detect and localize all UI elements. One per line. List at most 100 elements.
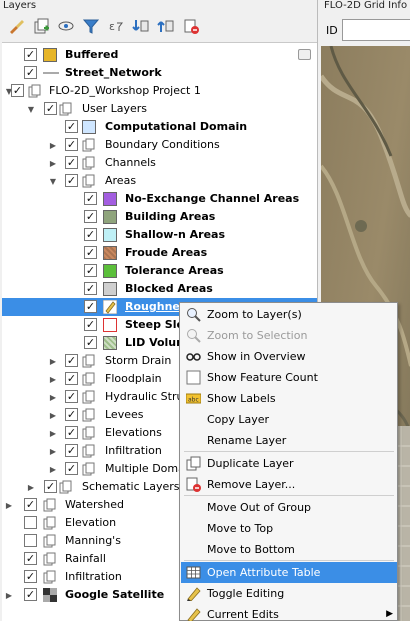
menu-item-open-attribute-table[interactable]: Open Attribute Table (181, 562, 397, 583)
layer-symbol-icon (82, 120, 96, 134)
menu-item-current-edits[interactable]: Current Edits ▶ (181, 604, 397, 621)
layer-row-shallow-n-areas[interactable]: ✓ Shallow-n Areas (2, 226, 317, 244)
layer-label: Computational Domain (105, 120, 248, 133)
layer-visibility-checkbox[interactable]: ✓ (84, 228, 97, 241)
expand-arrow-icon[interactable]: ▶ (4, 586, 14, 604)
layer-visibility-checkbox[interactable]: ✓ (65, 354, 78, 367)
expand-arrow-icon[interactable]: ▶ (26, 478, 36, 496)
expand-all-icon[interactable] (130, 15, 152, 37)
layer-visibility-checkbox[interactable]: ✓ (65, 444, 78, 457)
layer-visibility-checkbox[interactable]: ✓ (24, 588, 37, 601)
menu-item-label: Zoom to Layer(s) (207, 308, 302, 321)
remove-layer-icon[interactable] (180, 15, 202, 37)
id-input[interactable] (342, 19, 410, 41)
collapse-arrow-icon[interactable]: ▼ (48, 172, 58, 190)
pencil-icon (187, 587, 201, 601)
menu-item-zoom-to-layer-s[interactable]: Zoom to Layer(s) (181, 304, 397, 325)
layer-visibility-checkbox[interactable]: ✓ (84, 318, 97, 331)
style-brush-icon[interactable] (5, 15, 27, 37)
expand-arrow-icon[interactable]: ▶ (48, 388, 58, 406)
menu-item-remove-layer[interactable]: Remove Layer... (181, 474, 397, 495)
menu-item-show-feature-count[interactable]: Show Feature Count (181, 367, 397, 388)
layer-visibility-checkbox[interactable]: ✓ (44, 480, 57, 493)
expand-arrow-icon[interactable]: ▶ (48, 406, 58, 424)
menu-item-copy-layer[interactable]: Copy Layer (181, 409, 397, 430)
layer-row-tolerance-areas[interactable]: ✓ Tolerance Areas (2, 262, 317, 280)
layer-visibility-checkbox[interactable]: ✓ (24, 570, 37, 583)
layer-label: Schematic Layers (82, 480, 180, 493)
filter-expression-icon[interactable]: ε (105, 15, 127, 37)
add-group-icon[interactable] (30, 15, 52, 37)
layer-visibility-checkbox[interactable]: ✓ (84, 282, 97, 295)
group-folder-icon (82, 426, 95, 440)
layer-row-street-network[interactable]: ✓ Street_Network (2, 64, 317, 82)
menu-item-show-labels[interactable]: abc Show Labels (181, 388, 397, 409)
qgis-window: Layers ε ✓ Buffered ✓ Street_Network ▼ ✓… (0, 0, 410, 621)
menu-item-label: Toggle Editing (207, 587, 285, 600)
layer-visibility-checkbox[interactable] (24, 516, 37, 529)
layer-row-blocked-areas[interactable]: ✓ Blocked Areas (2, 280, 317, 298)
layer-visibility-checkbox[interactable]: ✓ (44, 102, 57, 115)
collapse-all-icon[interactable] (155, 15, 177, 37)
layer-visibility-checkbox[interactable]: ✓ (65, 372, 78, 385)
expand-arrow-icon[interactable]: ▶ (48, 424, 58, 442)
collapse-arrow-icon[interactable]: ▼ (26, 100, 36, 118)
expand-arrow-icon[interactable]: ▶ (48, 442, 58, 460)
layers-toolbar: ε (0, 12, 317, 40)
menu-item-toggle-editing[interactable]: Toggle Editing (181, 583, 397, 604)
layer-visibility-checkbox[interactable]: ✓ (84, 246, 97, 259)
menu-item-zoom-to-selection[interactable]: Zoom to Selection (181, 325, 397, 346)
layer-visibility-checkbox[interactable]: ✓ (65, 426, 78, 439)
layer-row-channels[interactable]: ▶ ✓ Channels (2, 154, 317, 172)
visibility-eye-icon[interactable] (55, 15, 77, 37)
layer-visibility-checkbox[interactable]: ✓ (84, 210, 97, 223)
checkbox-icon (186, 370, 201, 385)
menu-item-show-in-overview[interactable]: Show in Overview (181, 346, 397, 367)
menu-item-label: Show Feature Count (207, 371, 318, 384)
menu-item-move-out-of-group[interactable]: Move Out of Group (181, 497, 397, 518)
layer-row-boundary-conditions[interactable]: ▶ ✓ Boundary Conditions (2, 136, 317, 154)
layer-row-computational-domain[interactable]: ✓ Computational Domain (2, 118, 317, 136)
menu-item-move-to-bottom[interactable]: Move to Bottom (181, 539, 397, 560)
layer-row-areas[interactable]: ▼ ✓ Areas (2, 172, 317, 190)
expand-arrow-icon[interactable]: ▶ (48, 460, 58, 478)
layer-visibility-checkbox[interactable] (24, 534, 37, 547)
layer-visibility-checkbox[interactable]: ✓ (65, 408, 78, 421)
layer-row-froude-areas[interactable]: ✓ Froude Areas (2, 244, 317, 262)
layer-visibility-checkbox[interactable]: ✓ (84, 300, 97, 313)
layer-visibility-checkbox[interactable]: ✓ (65, 462, 78, 475)
layer-visibility-checkbox[interactable]: ✓ (84, 264, 97, 277)
layer-label: Froude Areas (125, 246, 208, 259)
layer-visibility-checkbox[interactable]: ✓ (65, 174, 78, 187)
layer-visibility-checkbox[interactable]: ✓ (65, 120, 78, 133)
menu-item-rename-layer[interactable]: Rename Layer (181, 430, 397, 451)
layer-row-user-layers[interactable]: ▼ ✓ User Layers (2, 100, 317, 118)
expand-arrow-icon[interactable]: ▶ (48, 154, 58, 172)
layer-visibility-checkbox[interactable]: ✓ (11, 84, 24, 97)
layer-row-no-exchange-channel-areas[interactable]: ✓ No-Exchange Channel Areas (2, 190, 317, 208)
layer-visibility-checkbox[interactable]: ✓ (65, 156, 78, 169)
expand-arrow-icon[interactable]: ▶ (48, 370, 58, 388)
menu-item-duplicate-layer[interactable]: Duplicate Layer (181, 453, 397, 474)
layer-row-building-areas[interactable]: ✓ Building Areas (2, 208, 317, 226)
layer-visibility-checkbox[interactable]: ✓ (65, 138, 78, 151)
filter-icon[interactable] (80, 15, 102, 37)
layer-visibility-checkbox[interactable]: ✓ (65, 390, 78, 403)
layer-visibility-checkbox[interactable]: ✓ (24, 498, 37, 511)
menu-item-move-to-top[interactable]: Move to Top (181, 518, 397, 539)
layer-visibility-checkbox[interactable]: ✓ (84, 192, 97, 205)
layer-row-flo-2d-workshop-project-1[interactable]: ▼ ✓ FLO-2D_Workshop Project 1 (2, 82, 317, 100)
expand-arrow-icon[interactable]: ▶ (48, 352, 58, 370)
expand-arrow-icon[interactable]: ▶ (48, 136, 58, 154)
layer-label: Google Satellite (65, 588, 165, 601)
layer-row-buffered[interactable]: ✓ Buffered (2, 46, 317, 64)
expand-arrow-icon[interactable]: ▶ (4, 496, 14, 514)
layer-visibility-checkbox[interactable]: ✓ (24, 48, 37, 61)
layer-visibility-checkbox[interactable]: ✓ (84, 336, 97, 349)
menu-separator (184, 560, 394, 561)
layer-visibility-checkbox[interactable]: ✓ (24, 552, 37, 565)
menu-item-label: Move Out of Group (207, 501, 312, 514)
editing-pencil-icon (103, 300, 117, 314)
layer-visibility-checkbox[interactable]: ✓ (24, 66, 37, 79)
line-symbol-icon (43, 72, 59, 74)
